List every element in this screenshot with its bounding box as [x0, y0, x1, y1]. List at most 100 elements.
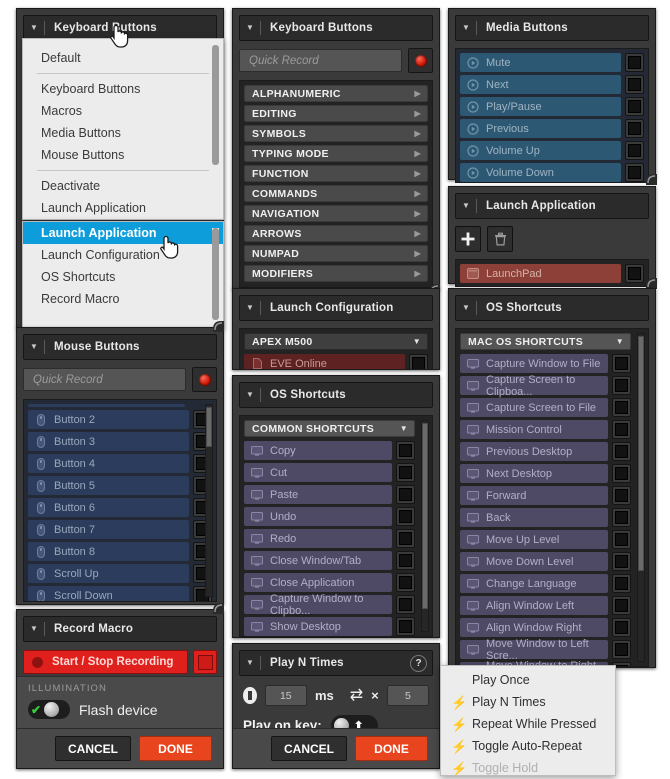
os-shortcuts-list-middle[interactable]: COMMON SHORTCUTS ▼ Copy Cut Paste Undo Re… — [239, 415, 433, 637]
assign-chip[interactable] — [625, 97, 644, 116]
list-item[interactable]: Cut — [244, 463, 415, 482]
panel-header-os-shortcuts-right[interactable]: ▼ OS Shortcuts — [455, 295, 649, 321]
panel-header-launch-application[interactable]: ▼ Launch Application — [455, 193, 649, 219]
category-row[interactable]: ALPHANUMERIC ▶ — [244, 85, 428, 102]
panel-header-record-macro[interactable]: ▼ Record Macro — [23, 616, 217, 642]
panel-header-os-shortcuts-middle[interactable]: ▼ OS Shortcuts — [239, 382, 433, 408]
context-menu-item-repeat-while-pressed[interactable]: ⚡ Repeat While Pressed — [441, 713, 615, 735]
dropdown-item-launch-application-selected[interactable]: Launch Application — [23, 222, 223, 244]
chevron-down-icon[interactable]: ▼ — [240, 304, 260, 312]
list-item[interactable]: Button 6 — [28, 498, 212, 517]
assign-chip[interactable] — [396, 573, 415, 592]
flash-device-toggle[interactable]: ✔ — [28, 700, 70, 719]
chevron-down-icon[interactable]: ▼ — [240, 24, 260, 32]
assign-chip[interactable] — [409, 354, 428, 369]
list-item[interactable]: Capture Window to Clipbo... — [244, 593, 415, 617]
list-item[interactable]: Redo — [244, 529, 415, 548]
assign-chip[interactable] — [625, 53, 644, 72]
assign-chip[interactable] — [396, 507, 415, 526]
assign-chip[interactable] — [612, 464, 631, 483]
assign-chip[interactable] — [612, 376, 631, 395]
chevron-down-icon[interactable]: ▼ — [240, 659, 260, 667]
dropdown-item-launch-application[interactable]: Launch Application — [23, 197, 223, 219]
resize-corner-icon[interactable] — [212, 320, 225, 333]
assign-chip[interactable] — [612, 552, 631, 571]
list-item[interactable]: Move Window to Left Scre... — [460, 638, 631, 662]
os-shortcuts-scrollbar-middle[interactable] — [421, 420, 429, 632]
list-item[interactable]: Scroll Down — [28, 586, 212, 601]
list-item[interactable]: Play/Pause — [460, 97, 644, 116]
list-item[interactable]: Button 5 — [28, 476, 212, 495]
list-item[interactable]: Capture Screen to Clipboa... — [460, 374, 631, 398]
category-row[interactable]: MODIFIERS ▶ — [244, 265, 428, 282]
list-item[interactable]: Next — [460, 75, 644, 94]
list-item[interactable]: Undo — [244, 507, 415, 526]
chevron-down-icon[interactable]: ▼ — [24, 24, 44, 32]
list-item[interactable]: Align Window Left — [460, 596, 631, 615]
list-item[interactable]: Capture Window to File — [460, 354, 631, 373]
list-item[interactable]: Back — [460, 508, 631, 527]
list-item[interactable]: Forward — [460, 486, 631, 505]
mouse-buttons-list[interactable]: Button 2 Button 3 Button 4 Button 5 Butt… — [23, 399, 217, 602]
category-row[interactable]: FUNCTION ▶ — [244, 165, 428, 182]
dropdown-assignment-type-bottom[interactable]: Launch Application Launch Configuration … — [22, 221, 224, 328]
dropdown-item-keyboard-buttons[interactable]: Keyboard Buttons — [23, 78, 223, 100]
list-item[interactable]: EVE Online — [244, 354, 428, 369]
assign-chip[interactable] — [396, 551, 415, 570]
chevron-down-icon[interactable]: ▼ — [456, 202, 476, 210]
category-row[interactable]: TYPING MODE ▶ — [244, 145, 428, 162]
done-button[interactable]: DONE — [139, 736, 212, 761]
assign-chip[interactable] — [612, 596, 631, 615]
scroll-thumb[interactable] — [638, 336, 644, 571]
keyboard-category-list[interactable]: ALPHANUMERIC ▶ EDITING ▶ SYMBOLS ▶ TYPING M… — [239, 80, 433, 288]
media-buttons-list[interactable]: Mute Next Play/Pause Previous Volume Up … — [455, 48, 649, 183]
assign-chip[interactable] — [612, 420, 631, 439]
dropdown-scroll-thumb[interactable] — [212, 45, 219, 165]
cancel-button[interactable]: CANCEL — [271, 736, 347, 761]
category-row[interactable]: EDITING ▶ — [244, 105, 428, 122]
list-item[interactable]: Show Desktop — [244, 617, 415, 636]
delete-application-button[interactable] — [487, 226, 513, 252]
delay-input[interactable]: 15 — [264, 685, 307, 706]
mouse-list-scrollbar[interactable] — [205, 404, 213, 597]
list-item[interactable]: Next Desktop — [460, 464, 631, 483]
list-item[interactable]: Button 8 — [28, 542, 212, 561]
assign-chip[interactable] — [612, 486, 631, 505]
assign-chip[interactable] — [396, 441, 415, 460]
scroll-thumb[interactable] — [422, 423, 428, 609]
repeat-count-input[interactable]: 5 — [386, 685, 429, 706]
help-icon[interactable]: ? — [410, 654, 427, 672]
context-menu-play-modes[interactable]: ⚡Play Once ⚡Play N Times ⚡Repeat While P… — [440, 665, 616, 776]
dropdown-item-macros[interactable]: Macros — [23, 100, 223, 122]
list-item[interactable]: Close Window/Tab — [244, 551, 415, 570]
os-shortcuts-scrollbar-right[interactable] — [637, 333, 645, 662]
quick-record-input[interactable]: Quick Record — [239, 49, 402, 72]
assign-chip[interactable] — [612, 530, 631, 549]
context-menu-item-toggle-auto-repeat[interactable]: ⚡ Toggle Auto-Repeat — [441, 735, 615, 757]
device-select[interactable]: APEX M500 ▼ — [244, 333, 428, 350]
panel-header-play-n-times[interactable]: ▼ Play N Times ? — [239, 650, 433, 676]
category-row[interactable]: ARROWS ▶ — [244, 225, 428, 242]
done-button[interactable]: DONE — [355, 736, 428, 761]
cancel-button[interactable]: CANCEL — [55, 736, 131, 761]
dropdown-item-mouse-buttons[interactable]: Mouse Buttons — [23, 144, 223, 166]
list-item[interactable]: Copy — [244, 441, 415, 460]
dropdown-item-launch-configuration[interactable]: Launch Configuration — [23, 244, 223, 266]
list-item[interactable]: Volume Up — [460, 141, 644, 160]
list-item[interactable]: LaunchPad — [460, 264, 644, 283]
list-item[interactable]: Change Language — [460, 574, 631, 593]
context-menu-item-play-n-times[interactable]: ⚡ Play N Times — [441, 691, 615, 713]
dropdown-item-media-buttons[interactable]: Media Buttons — [23, 122, 223, 144]
list-item[interactable]: Close Application — [244, 573, 415, 592]
record-assign-chip[interactable] — [193, 650, 217, 674]
context-menu-item-play-once[interactable]: ⚡Play Once — [441, 669, 615, 691]
quick-record-input[interactable]: Quick Record — [23, 368, 186, 391]
assign-chip[interactable] — [396, 617, 415, 636]
dropdown-assignment-type-top[interactable]: Default Keyboard Buttons Macros Media Bu… — [22, 38, 224, 220]
assign-chip[interactable] — [612, 508, 631, 527]
record-button[interactable] — [408, 48, 433, 73]
dropdown-item-deactivate[interactable]: Deactivate — [23, 175, 223, 197]
assign-chip[interactable] — [612, 574, 631, 593]
list-item[interactable]: Mission Control — [460, 420, 631, 439]
assign-chip[interactable] — [625, 141, 644, 160]
